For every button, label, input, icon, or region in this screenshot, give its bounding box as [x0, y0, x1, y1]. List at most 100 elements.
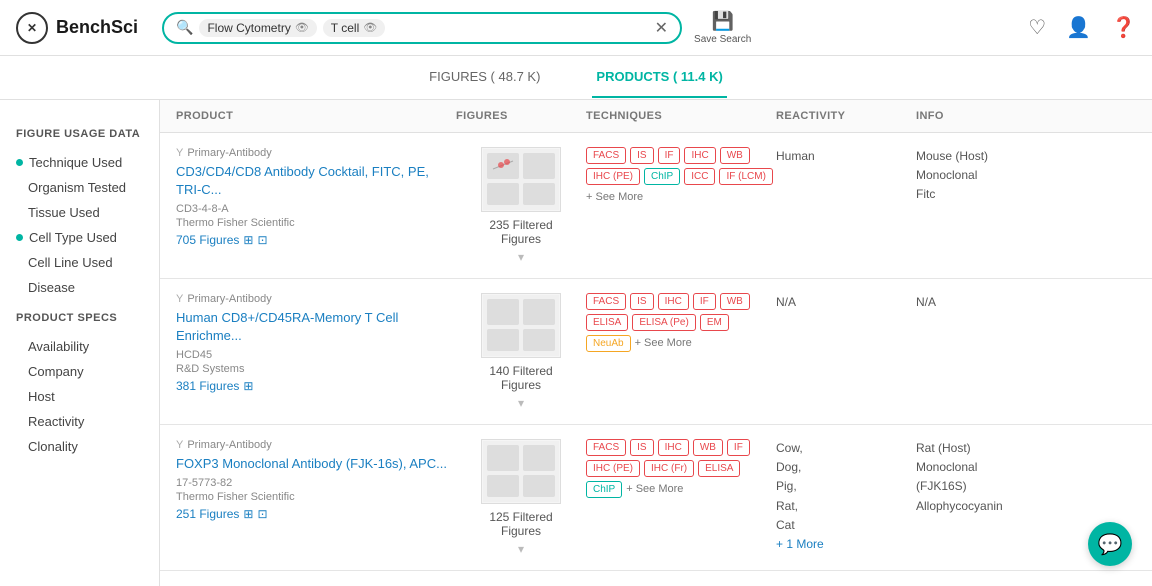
product-code-3: 17-5773-82: [176, 477, 456, 489]
sidebar-section-figure-usage: FIGURE USAGE DATA: [16, 128, 143, 140]
product-cell-3: Y Primary-Antibody FOXP3 Monoclonal Anti…: [176, 439, 456, 521]
tag-ihc-fr-3[interactable]: IHC (Fr): [644, 460, 694, 477]
tag-chip-1[interactable]: ChIP: [644, 168, 680, 185]
figures-count-3: 125 FilteredFigures: [489, 510, 552, 538]
sidebar-section-product-specs: PRODUCT SPECS: [16, 312, 143, 324]
chat-icon: 💬: [1098, 532, 1123, 557]
tag-facs-3[interactable]: FACS: [586, 439, 626, 456]
product-type-2: Y Primary-Antibody: [176, 293, 456, 305]
logo: ✕ BenchSci: [16, 12, 138, 44]
favorites-icon[interactable]: ♡: [1028, 15, 1046, 40]
tag-wb-1[interactable]: WB: [720, 147, 750, 164]
table-row: Y Primary-Antibody FOXP3 Monoclonal Anti…: [160, 425, 1152, 571]
sidebar-item-availability[interactable]: Availability: [16, 334, 143, 359]
product-type-1: Y Primary-Antibody: [176, 147, 456, 159]
tag-if-1[interactable]: IF: [658, 147, 681, 164]
chart-icon-1: ⊡: [257, 233, 267, 247]
tag-facs-2[interactable]: FACS: [586, 293, 626, 310]
user-icon[interactable]: 👤: [1066, 15, 1091, 40]
see-more-2[interactable]: + See More: [635, 337, 692, 352]
product-company-3: Thermo Fisher Scientific: [176, 491, 456, 503]
tag-is-3[interactable]: IS: [630, 439, 653, 456]
search-bar[interactable]: 🔍 Flow Cytometry 👁 T cell 👁 ✕: [162, 12, 682, 44]
tag-wb-3[interactable]: WB: [693, 439, 723, 456]
help-icon[interactable]: ❓: [1111, 15, 1136, 40]
tag-elisa-2[interactable]: ELISA: [586, 314, 628, 331]
info-cell-1: Mouse (Host) Monoclonal Fitc: [916, 147, 1096, 205]
tag-if-lcm-1[interactable]: IF (LCM): [719, 168, 772, 185]
header-right: ♡ 👤 ❓: [1028, 15, 1136, 40]
product-figures-link-2[interactable]: 381 Figures ⊞: [176, 379, 456, 393]
sidebar-item-reactivity[interactable]: Reactivity: [16, 409, 143, 434]
actions-cell-3: ♡ ⊞: [1096, 439, 1152, 489]
search-icon: 🔍: [176, 19, 193, 36]
sidebar-item-tissue-used[interactable]: Tissue Used: [16, 200, 143, 225]
tab-figures[interactable]: FIGURES ( 48.7 K): [425, 57, 544, 98]
figures-thumb-2[interactable]: [481, 293, 561, 358]
figures-icon-3: ⊞: [243, 507, 253, 521]
info-cell-3: Rat (Host) Monoclonal (FJK16S) Allophyco…: [916, 439, 1096, 516]
sidebar-item-cell-line-used[interactable]: Cell Line Used: [16, 250, 143, 275]
figures-expand-2[interactable]: ▾: [518, 396, 524, 410]
sidebar-item-cell-type-used[interactable]: Cell Type Used: [16, 225, 143, 250]
search-tag-tcell[interactable]: T cell 👁: [323, 19, 385, 37]
product-figures-link-1[interactable]: 705 Figures ⊞ ⊡: [176, 233, 456, 247]
tab-products[interactable]: PRODUCTS ( 11.4 K): [592, 57, 726, 98]
tag-em-2[interactable]: EM: [700, 314, 729, 331]
product-name-2[interactable]: Human CD8+/CD45RA-Memory T Cell Enrichme…: [176, 309, 456, 345]
tag-ihc-2[interactable]: IHC: [658, 293, 689, 310]
dot-icon: [16, 159, 23, 166]
tabs: FIGURES ( 48.7 K) PRODUCTS ( 11.4 K): [0, 56, 1152, 100]
figures-expand-1[interactable]: ▾: [518, 250, 524, 264]
product-code-2: HCD45: [176, 349, 456, 361]
tag-icc-1[interactable]: ICC: [684, 168, 715, 185]
tag-is-2[interactable]: IS: [630, 293, 653, 310]
figures-icon-2: ⊞: [243, 379, 253, 393]
tag-ihc-pe-1[interactable]: IHC (PE): [586, 168, 640, 185]
chat-bubble[interactable]: 💬: [1088, 522, 1132, 566]
sidebar-item-host[interactable]: Host: [16, 384, 143, 409]
tag-if-3[interactable]: IF: [727, 439, 750, 456]
techniques-cell-2: FACS IS IHC IF WB ELISA ELISA (Pe) EM Ne…: [586, 293, 776, 352]
see-more-1[interactable]: + See More: [586, 191, 643, 203]
search-tag-flow-cytometry-label: Flow Cytometry: [207, 21, 290, 35]
figures-thumb-1[interactable]: [481, 147, 561, 212]
tag-ihc-1[interactable]: IHC: [684, 147, 715, 164]
tag-neuab-2[interactable]: NeuAb: [586, 335, 631, 352]
product-name-1[interactable]: CD3/CD4/CD8 Antibody Cocktail, FITC, PE,…: [176, 163, 456, 199]
tag-chip-3[interactable]: ChIP: [586, 481, 622, 498]
col-techniques: TECHNIQUES: [586, 110, 776, 122]
chart-icon-3: ⊡: [257, 507, 267, 521]
sidebar-item-disease[interactable]: Disease: [16, 275, 143, 300]
logo-icon: ✕: [16, 12, 48, 44]
sidebar-item-organism-tested[interactable]: Organism Tested: [16, 175, 143, 200]
tag-if-2[interactable]: IF: [693, 293, 716, 310]
primary-antibody-icon-2: Y: [176, 293, 183, 305]
figures-expand-3[interactable]: ▾: [518, 542, 524, 556]
save-search-button[interactable]: 💾 Save Search: [694, 11, 751, 45]
logo-text: BenchSci: [56, 17, 138, 38]
search-tag-flow-cytometry[interactable]: Flow Cytometry 👁: [199, 19, 316, 37]
clear-search-button[interactable]: ✕: [655, 18, 668, 38]
figures-thumb-3[interactable]: [481, 439, 561, 504]
tag-elisa-3[interactable]: ELISA: [698, 460, 740, 477]
table-header: PRODUCT FIGURES TECHNIQUES REACTIVITY IN…: [160, 100, 1152, 133]
tag-elisa-pe-2[interactable]: ELISA (Pe): [632, 314, 695, 331]
reactivity-more-3[interactable]: + 1 More: [776, 537, 824, 551]
sidebar-item-clonality[interactable]: Clonality: [16, 434, 143, 459]
dot-icon: [16, 234, 23, 241]
col-product: PRODUCT: [176, 110, 456, 122]
see-more-3[interactable]: + See More: [626, 483, 683, 498]
tag-ihc-pe-3[interactable]: IHC (PE): [586, 460, 640, 477]
tag-facs-1[interactable]: FACS: [586, 147, 626, 164]
tag-wb-2[interactable]: WB: [720, 293, 750, 310]
tag-is-1[interactable]: IS: [630, 147, 653, 164]
product-figures-link-3[interactable]: 251 Figures ⊞ ⊡: [176, 507, 456, 521]
product-company-1: Thermo Fisher Scientific: [176, 217, 456, 229]
product-name-3[interactable]: FOXP3 Monoclonal Antibody (FJK-16s), APC…: [176, 455, 456, 473]
table-row: Y Primary-Antibody CD3/CD4/CD8 Antibody …: [160, 133, 1152, 279]
tag-ihc-3[interactable]: IHC: [658, 439, 689, 456]
sidebar-item-technique-used[interactable]: Technique Used: [16, 150, 143, 175]
col-reactivity: REACTIVITY: [776, 110, 916, 122]
sidebar-item-company[interactable]: Company: [16, 359, 143, 384]
